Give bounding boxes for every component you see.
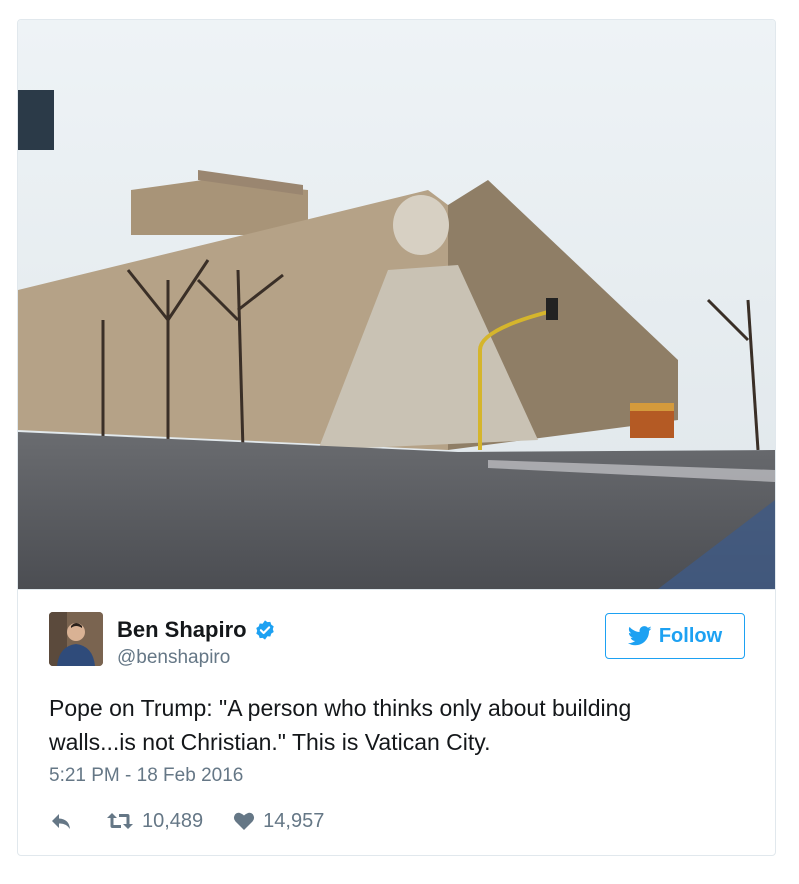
tweet-text-line-1: Pope on Trump: "A person who thinks only… bbox=[49, 695, 632, 721]
follow-button[interactable]: Follow bbox=[605, 613, 745, 659]
like-count: 14,957 bbox=[263, 809, 325, 832]
twitter-bird-icon bbox=[627, 626, 652, 646]
verified-badge-icon bbox=[254, 619, 276, 641]
tweet-header: Ben Shapiro @benshapiro Follow bbox=[18, 590, 775, 670]
tweet-text: Pope on Trump: "A person who thinks only… bbox=[49, 691, 749, 759]
tweet-card: Ben Shapiro @benshapiro Follow Pope on T… bbox=[17, 19, 776, 856]
avatar[interactable] bbox=[49, 612, 103, 666]
vatican-wall-photo bbox=[18, 20, 775, 589]
author-handle[interactable]: @benshapiro bbox=[117, 647, 230, 669]
retweet-button[interactable]: 10,489 bbox=[106, 810, 203, 833]
author-name[interactable]: Ben Shapiro bbox=[117, 617, 247, 643]
reply-icon bbox=[52, 814, 70, 829]
avatar-image bbox=[49, 612, 103, 666]
tweet-photo[interactable] bbox=[18, 20, 775, 590]
reply-button[interactable] bbox=[49, 811, 73, 831]
heart-icon bbox=[234, 812, 255, 830]
retweet-icon bbox=[107, 813, 133, 829]
follow-label: Follow bbox=[658, 624, 723, 647]
tweet-text-line-2: walls...is not Christian." This is Vatic… bbox=[49, 729, 491, 755]
tweet-timestamp[interactable]: 5:21 PM - 18 Feb 2016 bbox=[49, 765, 243, 787]
like-button[interactable]: 14,957 bbox=[233, 810, 324, 833]
retweet-count: 10,489 bbox=[142, 809, 204, 832]
tweet-actions: 10,489 14,957 bbox=[49, 807, 324, 835]
author-name-row: Ben Shapiro bbox=[117, 617, 276, 643]
